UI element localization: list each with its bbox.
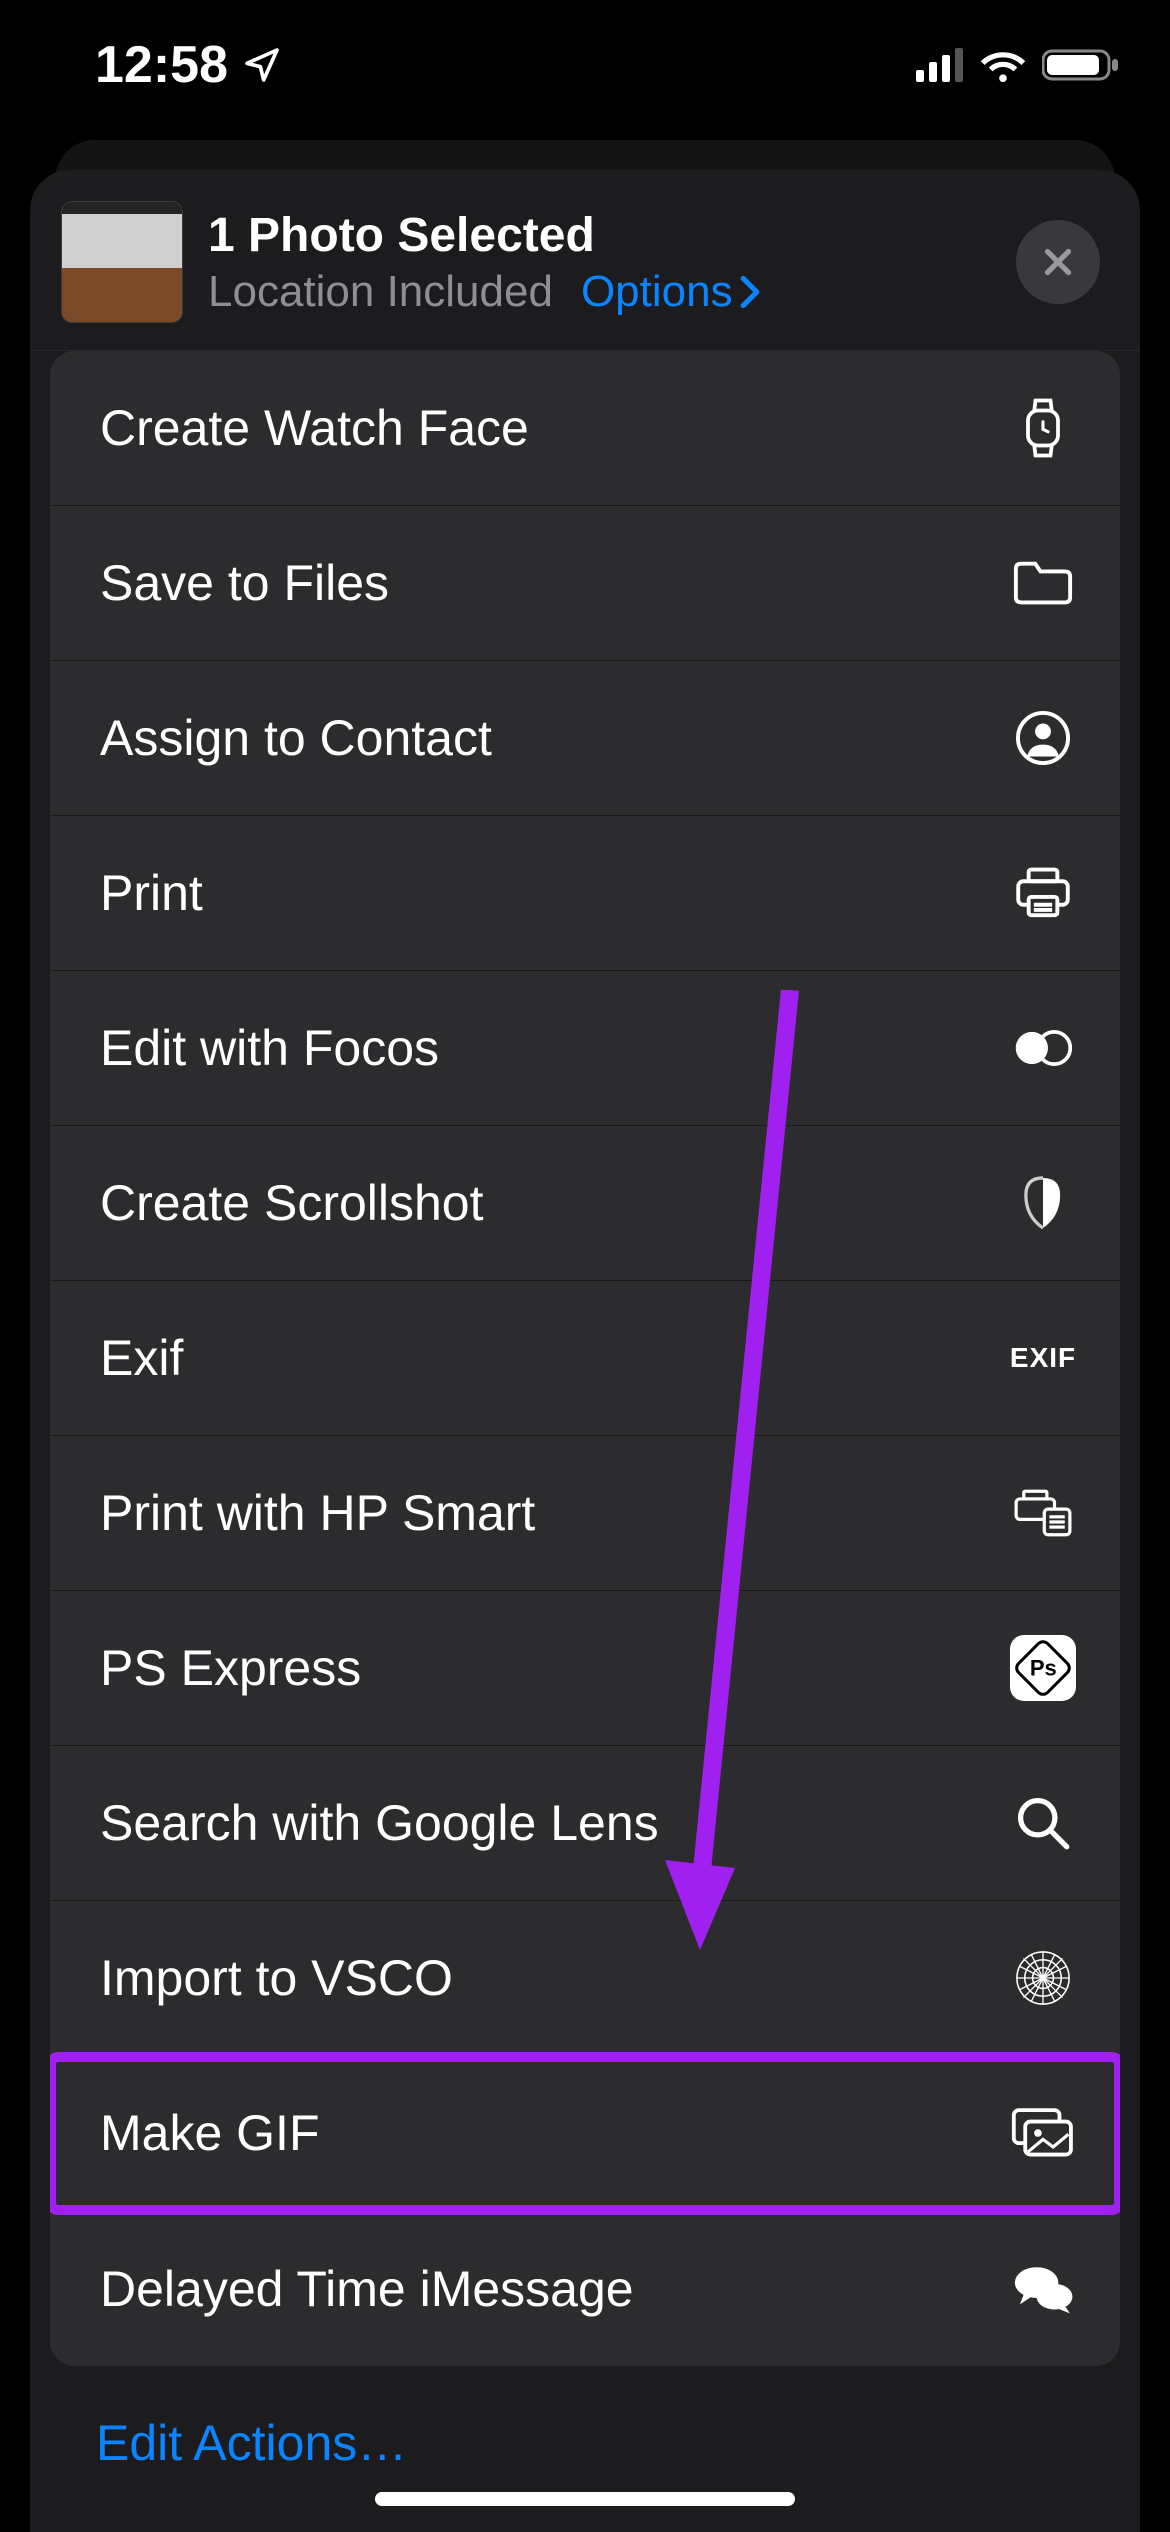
- actions-list: Create Watch Face Save to Files Assign t…: [50, 351, 1120, 2366]
- gallery-icon: [1010, 2100, 1076, 2166]
- status-time: 12:58: [95, 35, 228, 95]
- action-label: Print with HP Smart: [100, 1484, 535, 1542]
- location-arrow-icon: [242, 45, 282, 85]
- action-label: Save to Files: [100, 554, 389, 612]
- action-exif[interactable]: Exif EXIF: [50, 1281, 1120, 1436]
- header-subtitle-row: Location Included Options: [208, 267, 990, 317]
- action-print-hp-smart[interactable]: Print with HP Smart: [50, 1436, 1120, 1591]
- print-icon: [1010, 860, 1076, 926]
- header-text: 1 Photo Selected Location Included Optio…: [208, 208, 990, 317]
- edit-actions-button[interactable]: Edit Actions…: [30, 2366, 1140, 2472]
- status-left: 12:58: [95, 35, 282, 95]
- action-edit-with-focos[interactable]: Edit with Focos: [50, 971, 1120, 1126]
- action-label: Exif: [100, 1329, 183, 1387]
- action-label: Print: [100, 864, 203, 922]
- action-label: Delayed Time iMessage: [100, 2260, 634, 2318]
- ps-icon: Ps: [1010, 1635, 1076, 1701]
- focos-icon: [1010, 1015, 1076, 1081]
- share-sheet: 1 Photo Selected Location Included Optio…: [30, 170, 1140, 2532]
- action-save-to-files[interactable]: Save to Files: [50, 506, 1120, 661]
- options-button[interactable]: Options: [581, 267, 761, 317]
- status-bar: 12:58: [0, 0, 1170, 130]
- battery-icon: [1042, 47, 1120, 83]
- action-label: Create Watch Face: [100, 399, 529, 457]
- close-button[interactable]: [1016, 220, 1100, 304]
- action-label: Search with Google Lens: [100, 1794, 659, 1852]
- scrollshot-icon: [1010, 1170, 1076, 1236]
- folder-icon: [1010, 550, 1076, 616]
- contact-icon: [1010, 705, 1076, 771]
- action-label: Create Scrollshot: [100, 1174, 484, 1232]
- action-make-gif[interactable]: Make GIF: [50, 2056, 1120, 2211]
- home-indicator: [375, 2492, 795, 2506]
- cellular-icon: [916, 48, 964, 82]
- action-label: Import to VSCO: [100, 1949, 453, 2007]
- action-google-lens[interactable]: Search with Google Lens: [50, 1746, 1120, 1901]
- options-label: Options: [581, 267, 733, 317]
- location-included-label: Location Included: [208, 267, 553, 317]
- action-ps-express[interactable]: PS Express Ps: [50, 1591, 1120, 1746]
- header-title: 1 Photo Selected: [208, 208, 990, 263]
- action-label: Edit with Focos: [100, 1019, 439, 1077]
- exif-icon: EXIF: [1010, 1325, 1076, 1391]
- photo-thumbnail[interactable]: [62, 202, 182, 322]
- chevron-right-icon: [739, 275, 761, 309]
- wifi-icon: [978, 47, 1028, 83]
- action-create-watch-face[interactable]: Create Watch Face: [50, 351, 1120, 506]
- chat-icon: [1010, 2256, 1076, 2322]
- sheet-header: 1 Photo Selected Location Included Optio…: [30, 170, 1140, 351]
- action-label: Assign to Contact: [100, 709, 492, 767]
- status-right: [916, 47, 1120, 83]
- action-label: PS Express: [100, 1639, 361, 1697]
- action-label: Make GIF: [100, 2104, 319, 2162]
- watch-icon: [1010, 395, 1076, 461]
- search-icon: [1010, 1790, 1076, 1856]
- action-create-scrollshot[interactable]: Create Scrollshot: [50, 1126, 1120, 1281]
- action-print[interactable]: Print: [50, 816, 1120, 971]
- action-import-vsco[interactable]: Import to VSCO: [50, 1901, 1120, 2056]
- action-delayed-imessage[interactable]: Delayed Time iMessage: [50, 2211, 1120, 2366]
- action-assign-to-contact[interactable]: Assign to Contact: [50, 661, 1120, 816]
- vsco-icon: [1010, 1945, 1076, 2011]
- close-icon: [1040, 244, 1076, 280]
- hp-print-icon: [1010, 1480, 1076, 1546]
